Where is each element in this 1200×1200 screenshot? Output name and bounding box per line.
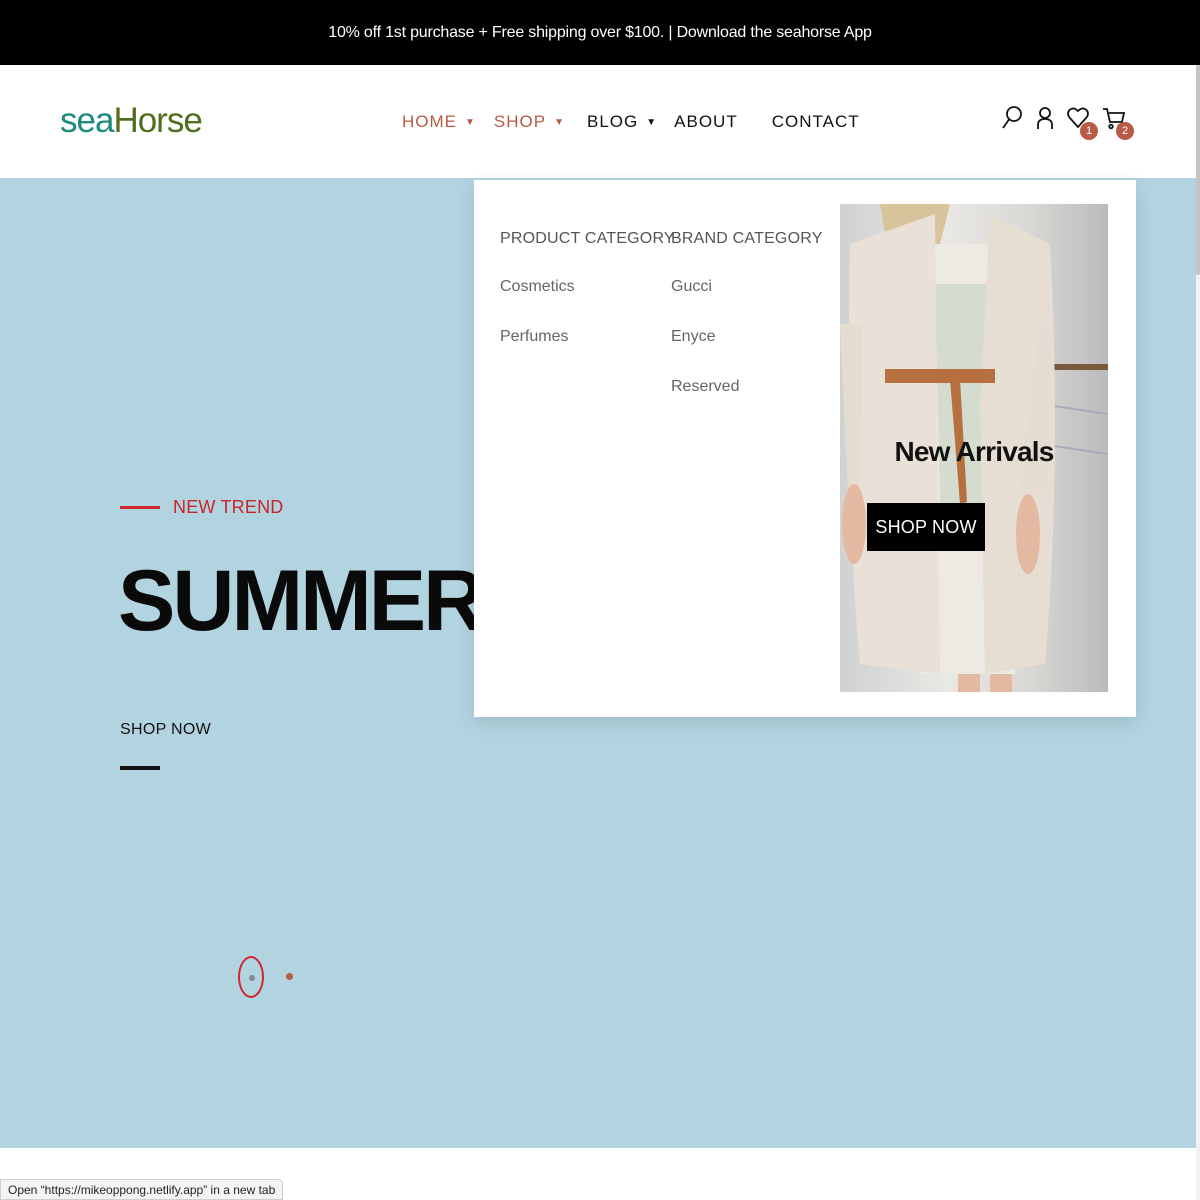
browser-status-bar: Open “https://mikeoppong.netlify.app” in… [0,1179,284,1200]
wishlist-button[interactable]: 1 [1066,105,1098,140]
hero-eyebrow: NEW TREND [173,497,284,517]
eyebrow-line [120,506,160,509]
menu-link-reserved[interactable]: Reserved [671,376,823,398]
cart-button[interactable]: 2 [1102,105,1134,140]
brand-category-column: BRAND CATEGORY Gucci Enyce Reserved [671,230,823,398]
header-icons: 1 2 [1000,105,1140,145]
nav-item-contact[interactable]: CONTACT [772,112,860,132]
wishlist-count-badge: 1 [1080,122,1098,140]
slider-dot-active[interactable] [238,956,264,998]
shop-mega-menu: PRODUCT CATEGORY Cosmetics Perfumes BRAN… [474,180,1136,717]
nav-item-blog[interactable]: BLOG ▼ [587,112,657,132]
search-icon[interactable] [1000,105,1028,135]
menu-link-enyce[interactable]: Enyce [671,326,823,348]
menu-link-gucci[interactable]: Gucci [671,276,823,298]
logo-part-horse: Horse [113,101,202,140]
announcement-text: 10% off 1st purchase + Free shipping ove… [328,23,872,41]
main-nav: HOME ▼ SHOP ▼ BLOG ▼ ABOUT CONTACT [402,112,860,132]
logo-part-sea: sea [60,101,114,140]
new-arrivals-promo[interactable]: New Arrivals SHOP NOW [840,204,1108,692]
product-category-title: PRODUCT CATEGORY [500,230,675,247]
scrollbar-thumb[interactable] [1196,65,1200,275]
announcement-bar: 10% off 1st purchase + Free shipping ove… [0,0,1200,65]
nav-home-label: HOME [402,112,457,131]
caret-down-icon: ▼ [554,116,565,128]
promo-title: New Arrivals [894,436,1054,467]
hero-shop-now-link[interactable]: SHOP NOW [120,721,211,739]
nav-blog-label: BLOG [587,112,639,131]
nav-shop-label: SHOP [493,112,547,131]
slider-dot[interactable] [286,973,293,980]
product-category-column: PRODUCT CATEGORY Cosmetics Perfumes [500,230,675,348]
site-header: seaHorse HOME ▼ SHOP ▼ BLOG ▼ ABOUT CONT… [0,65,1196,178]
menu-link-cosmetics[interactable]: Cosmetics [500,276,675,298]
site-logo[interactable]: seaHorse [60,101,203,140]
caret-down-icon: ▼ [465,116,476,128]
nav-about-label: ABOUT [674,112,738,131]
nav-item-shop[interactable]: SHOP ▼ [494,112,565,132]
cart-count-badge: 2 [1116,122,1134,140]
menu-link-perfumes[interactable]: Perfumes [500,326,675,348]
page-scrollbar[interactable] [1196,65,1200,1200]
caret-down-icon: ▼ [646,116,658,128]
nav-item-about[interactable]: ABOUT [674,112,738,132]
hero-cta-underline [120,766,160,770]
brand-category-title: BRAND CATEGORY [671,230,823,247]
nav-item-home[interactable]: HOME ▼ [402,112,476,132]
promo-shop-now-button[interactable]: SHOP NOW [867,503,985,551]
user-icon[interactable] [1033,105,1061,135]
nav-contact-label: CONTACT [771,112,860,131]
